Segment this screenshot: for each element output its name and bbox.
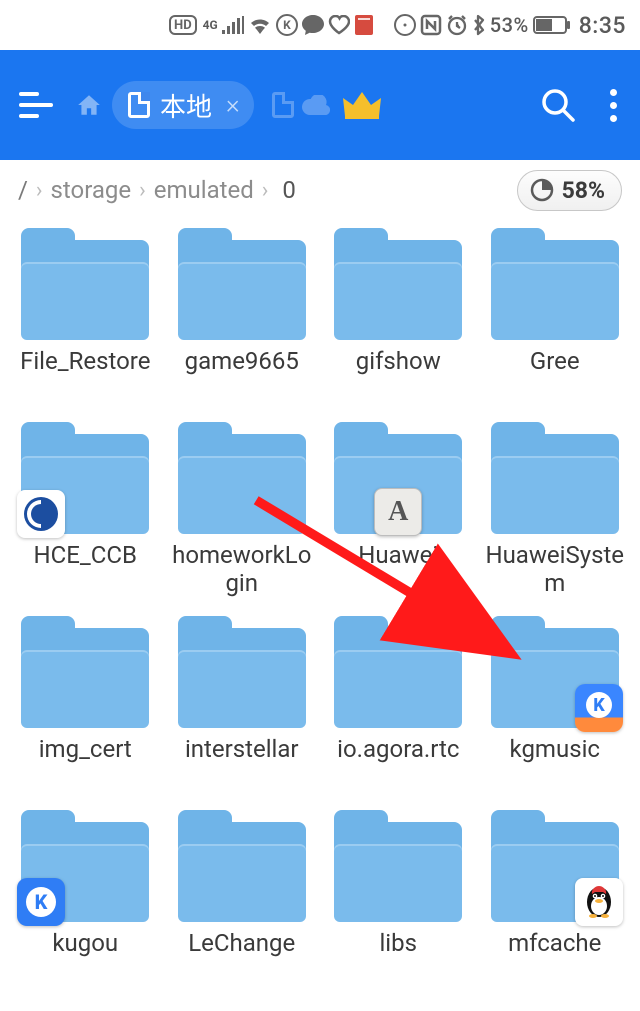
nfc-icon xyxy=(420,14,442,36)
folder-item[interactable]: Gree xyxy=(484,226,627,412)
folder-label: gifshow xyxy=(356,348,441,376)
breadcrumb: / › storage › emulated › 0 58% xyxy=(0,160,640,220)
app-icon-font: A xyxy=(374,488,422,536)
folder-item[interactable]: A Huawei xyxy=(327,420,470,606)
folder-grid: File_Restore game9665 gifshow Gree HCE_C… xyxy=(0,220,640,994)
folder-item[interactable]: mfcache xyxy=(484,808,627,994)
breadcrumb-seg[interactable]: emulated xyxy=(154,176,254,204)
bluetooth-icon xyxy=(472,14,486,36)
folder-item[interactable]: gifshow xyxy=(327,226,470,412)
app-icon-kugou: K xyxy=(17,878,65,926)
folder-label: mfcache xyxy=(508,930,601,958)
folder-label: Gree xyxy=(530,348,580,376)
network-4g-label: 4G xyxy=(203,18,218,32)
breadcrumb-root[interactable]: / xyxy=(18,176,28,204)
folder-label: libs xyxy=(379,930,417,958)
cloud-icon xyxy=(302,95,330,115)
folder-item[interactable]: HCE_CCB xyxy=(14,420,157,606)
search-icon[interactable] xyxy=(540,87,576,123)
wifi-icon xyxy=(248,16,272,34)
svg-text:K: K xyxy=(593,695,605,716)
folder-item[interactable]: io.agora.rtc xyxy=(327,614,470,800)
sd-card-icon xyxy=(128,92,150,118)
folder-label: kugou xyxy=(52,930,118,958)
breadcrumb-seg-current[interactable]: 0 xyxy=(282,176,296,204)
svg-text:K: K xyxy=(283,18,291,32)
sd-card-icon xyxy=(272,92,294,118)
folder-item[interactable]: interstellar xyxy=(171,614,314,800)
folder-label: LeChange xyxy=(188,930,295,958)
folder-label: File_Restore xyxy=(20,348,150,376)
app-icon-ccb xyxy=(17,490,65,538)
heart-icon xyxy=(328,15,350,35)
chat-bubble-icon xyxy=(302,15,324,35)
book-icon xyxy=(354,14,374,36)
status-bar: HD 4G K 53% 8:35 xyxy=(0,0,640,50)
app-bar: 本地 × xyxy=(0,50,640,160)
chevron-right-icon: › xyxy=(139,178,146,203)
folder-item[interactable]: game9665 xyxy=(171,226,314,412)
more-options-button[interactable] xyxy=(598,89,628,122)
storage-usage-badge[interactable]: 58% xyxy=(517,170,622,211)
storage-percent: 58% xyxy=(562,177,605,204)
folder-label: game9665 xyxy=(185,348,299,376)
folder-label: HCE_CCB xyxy=(34,542,137,570)
folder-item[interactable]: K kgmusic xyxy=(484,614,627,800)
folder-label: img_cert xyxy=(39,736,132,764)
folder-item[interactable]: libs xyxy=(327,808,470,994)
menu-button[interactable] xyxy=(12,81,60,129)
compass-icon xyxy=(394,14,416,36)
folder-label: io.agora.rtc xyxy=(337,736,459,764)
folder-item[interactable]: K kugou xyxy=(14,808,157,994)
breadcrumb-seg[interactable]: storage xyxy=(51,176,132,204)
folder-label: homeworkLogin xyxy=(171,542,314,597)
chevron-right-icon: › xyxy=(262,178,269,203)
tab-local-storage[interactable]: 本地 × xyxy=(112,81,254,129)
tab-label: 本地 xyxy=(160,87,212,124)
circle-k-icon: K xyxy=(276,14,298,36)
alarm-icon xyxy=(446,14,468,36)
crown-icon[interactable] xyxy=(342,90,382,120)
battery-icon xyxy=(533,16,571,34)
chevron-right-icon: › xyxy=(36,178,43,203)
folder-item[interactable]: homeworkLogin xyxy=(171,420,314,606)
folder-item[interactable]: LeChange xyxy=(171,808,314,994)
battery-percent: 53% xyxy=(490,13,529,37)
clock-label: 8:35 xyxy=(579,12,626,39)
folder-label: kgmusic xyxy=(510,736,600,764)
app-icon-qq xyxy=(575,878,623,926)
pie-icon xyxy=(530,178,554,202)
signal-icon xyxy=(222,16,244,34)
folder-item[interactable]: img_cert xyxy=(14,614,157,800)
folder-label: interstellar xyxy=(185,736,299,764)
inactive-tab-icons[interactable] xyxy=(272,92,330,118)
home-icon[interactable] xyxy=(76,92,102,118)
app-icon-kugou: K xyxy=(575,684,623,732)
folder-item[interactable]: HuaweiSystem xyxy=(484,420,627,606)
folder-label: HuaweiSystem xyxy=(484,542,627,597)
close-tab-icon[interactable]: × xyxy=(226,92,240,118)
folder-label: Huawei xyxy=(358,542,438,570)
svg-text:K: K xyxy=(35,890,48,914)
hd-badge: HD xyxy=(169,15,197,35)
folder-item[interactable]: File_Restore xyxy=(14,226,157,412)
